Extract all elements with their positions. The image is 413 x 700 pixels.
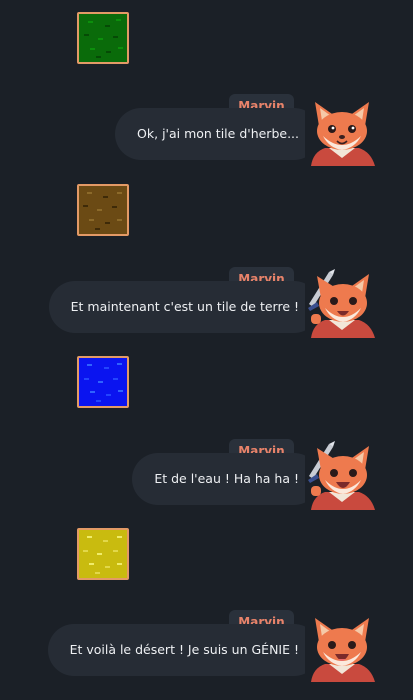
fox-avatar-icon[interactable] (305, 612, 379, 686)
grass-tile-image (77, 12, 129, 64)
sand-tile-image (77, 528, 129, 580)
chat-message-bubble: Et voilà le désert ! Je suis un GÉNIE ! (47, 624, 320, 676)
dirt-tile-image (77, 184, 129, 236)
fox-avatar-icon[interactable] (305, 268, 379, 342)
chat-message-bubble: Et maintenant c'est un tile de terre ! (48, 281, 320, 333)
fox-avatar-icon[interactable] (305, 440, 379, 514)
chat-message-bubble: Ok, j'ai mon tile d'herbe... (115, 108, 320, 160)
fox-avatar-icon[interactable] (305, 96, 379, 170)
chat-message-bubble: Et de l'eau ! Ha ha ha ! (132, 453, 320, 505)
water-tile-image (77, 356, 129, 408)
